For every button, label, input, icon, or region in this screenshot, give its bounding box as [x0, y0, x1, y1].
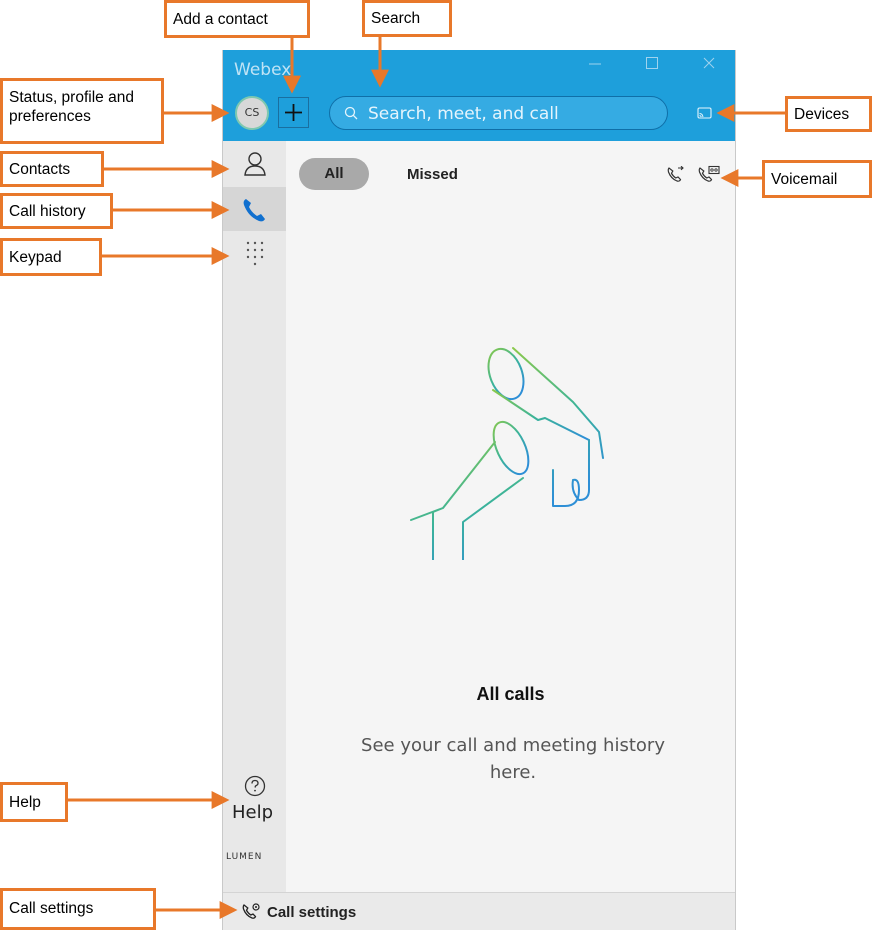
- callout-help: Help: [0, 782, 68, 822]
- callout-devices: Devices: [785, 96, 872, 132]
- callout-add-contact: Add a contact: [164, 0, 310, 38]
- callout-call-settings: Call settings: [0, 888, 156, 930]
- callout-voicemail: Voicemail: [762, 160, 872, 198]
- callout-status-profile: Status, profile and preferences: [0, 78, 164, 144]
- callout-search: Search: [362, 0, 452, 37]
- callout-keypad: Keypad: [0, 238, 102, 276]
- callout-contacts: Contacts: [0, 151, 104, 187]
- callout-call-history: Call history: [0, 193, 113, 229]
